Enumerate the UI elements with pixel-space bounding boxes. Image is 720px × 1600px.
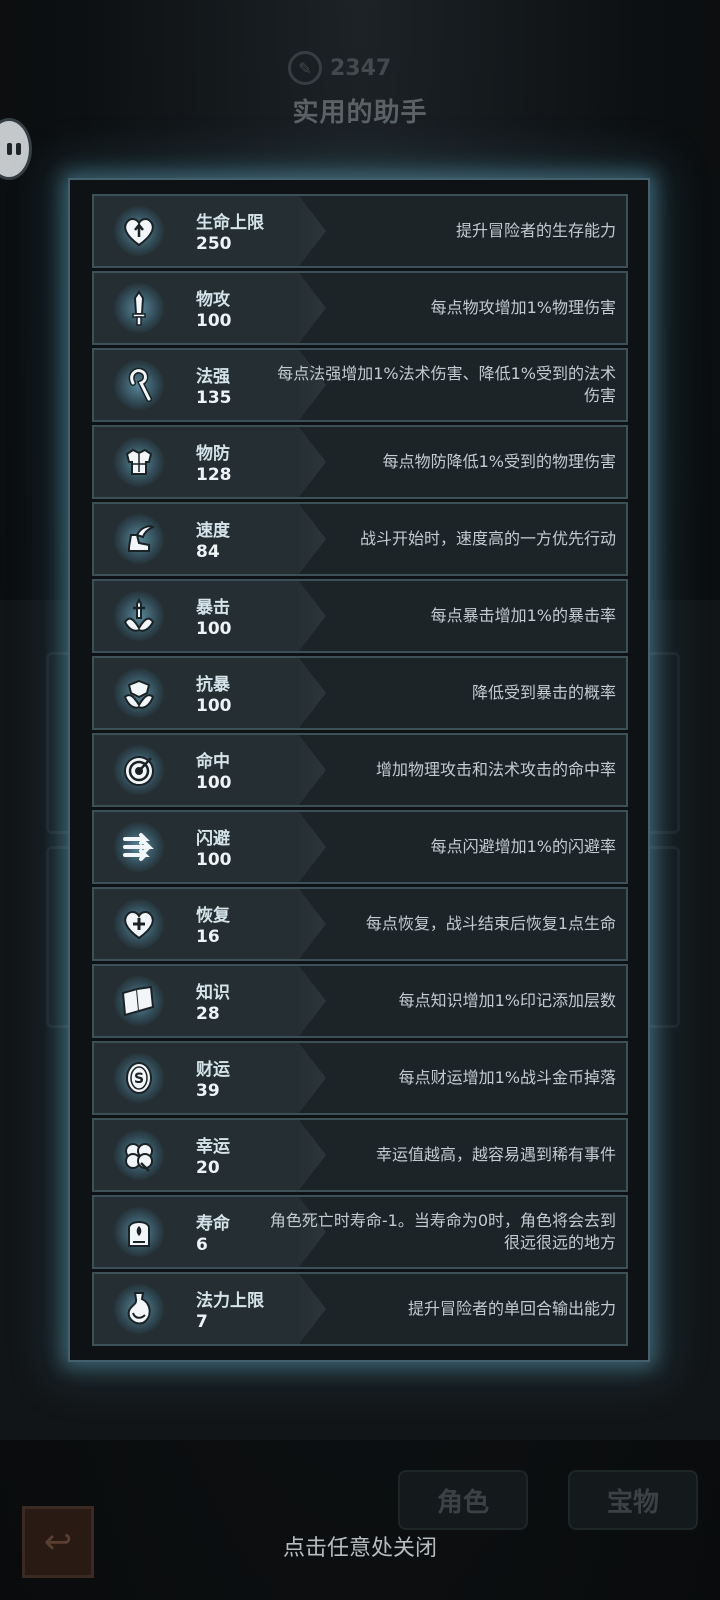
- stat-description: 每点物攻增加1%物理伤害: [430, 298, 616, 317]
- stat-value: 135: [196, 388, 232, 408]
- chat-bubble-icon: [7, 143, 21, 155]
- clover-icon: [112, 1128, 166, 1182]
- stat-value: 16: [196, 927, 220, 947]
- stat-name: 闪避: [196, 829, 230, 849]
- stat-row: S 财运 39 每点财运增加1%战斗金币掉落: [92, 1041, 628, 1115]
- stat-value: 7: [196, 1312, 208, 1332]
- stat-value: 100: [196, 311, 232, 331]
- stat-description: 每点法强增加1%法术伤害、降低1%受到的法术伤害: [277, 364, 616, 405]
- currency-amount: 2347: [330, 55, 392, 81]
- stat-row: 命中 100 增加物理攻击和法术攻击的命中率: [92, 733, 628, 807]
- target-icon: [112, 743, 166, 797]
- stat-row: 闪避 100 每点闪避增加1%的闪避率: [92, 810, 628, 884]
- page-title: 实用的助手: [292, 98, 428, 128]
- stat-name: 知识: [196, 983, 230, 1003]
- stat-description: 每点物防降低1%受到的物理伤害: [382, 452, 616, 471]
- stat-row: 抗暴 100 降低受到暴击的概率: [92, 656, 628, 730]
- heart-arrow-icon: [112, 204, 166, 258]
- currency-display: ✎ 2347: [288, 48, 428, 88]
- stats-panel: 生命上限 250 提升冒险者的生存能力 物攻 100 每点物攻增加1%物理伤害 法强 135 每…: [68, 178, 650, 1362]
- stat-row: 恢复 16 每点恢复，战斗结束后恢复1点生命: [92, 887, 628, 961]
- sword-icon: [112, 281, 166, 335]
- stat-value: 20: [196, 1158, 220, 1178]
- stat-name: 物防: [196, 444, 230, 464]
- heart-plus-icon: [112, 897, 166, 951]
- stat-name: 财运: [196, 1060, 230, 1080]
- stat-row: 物攻 100 每点物攻增加1%物理伤害: [92, 271, 628, 345]
- stat-description: 每点财运增加1%战斗金币掉落: [398, 1068, 616, 1087]
- crit-shield-icon: [112, 666, 166, 720]
- stat-name: 法强: [196, 367, 230, 387]
- stat-value: 100: [196, 696, 232, 716]
- stat-name: 命中: [196, 752, 230, 772]
- armor-icon: [112, 435, 166, 489]
- quill-coin-icon: ✎: [288, 51, 322, 85]
- stat-name: 法力上限: [196, 1291, 264, 1311]
- stat-row: 法力上限 7 提升冒险者的单回合输出能力: [92, 1272, 628, 1346]
- stat-value: 100: [196, 773, 232, 793]
- stat-value: 39: [196, 1081, 220, 1101]
- stat-description: 战斗开始时，速度高的一方优先行动: [359, 529, 616, 548]
- stat-name: 幸运: [196, 1137, 230, 1157]
- stats-list: 生命上限 250 提升冒险者的生存能力 物攻 100 每点物攻增加1%物理伤害 法强 135 每…: [92, 194, 628, 1346]
- close-hint[interactable]: 点击任意处关闭: [0, 1530, 720, 1562]
- stat-value: 250: [196, 234, 232, 254]
- stat-value: 100: [196, 619, 232, 639]
- stat-description: 提升冒险者的生存能力: [455, 221, 616, 240]
- stat-description: 幸运值越高，越容易遇到稀有事件: [375, 1145, 616, 1164]
- stat-name: 恢复: [196, 906, 230, 926]
- stat-row: 物防 128 每点物防降低1%受到的物理伤害: [92, 425, 628, 499]
- stat-row: 暴击 100 每点暴击增加1%的暴击率: [92, 579, 628, 653]
- stat-name: 速度: [196, 521, 230, 541]
- dodge-arrows-icon: [112, 820, 166, 874]
- tab-role[interactable]: 角色: [398, 1470, 528, 1530]
- stat-description: 角色死亡时寿命-1。当寿命为0时，角色将会去到很远很远的地方: [269, 1211, 616, 1252]
- stat-name: 暴击: [196, 598, 230, 618]
- stat-value: 6: [196, 1235, 208, 1255]
- winged-boot-icon: [112, 512, 166, 566]
- stat-row: 法强 135 每点法强增加1%法术伤害、降低1%受到的法术伤害: [92, 348, 628, 422]
- mana-flask-icon: [112, 1282, 166, 1336]
- svg-text:S: S: [134, 1071, 144, 1087]
- stat-description: 提升冒险者的单回合输出能力: [407, 1299, 616, 1318]
- stat-name: 抗暴: [196, 675, 230, 695]
- stat-description: 增加物理攻击和法术攻击的命中率: [375, 760, 616, 779]
- tab-treasure[interactable]: 宝物: [568, 1470, 698, 1530]
- stat-description: 每点恢复，战斗结束后恢复1点生命: [365, 914, 616, 933]
- coin-icon: S: [112, 1051, 166, 1105]
- stat-row: 速度 84 战斗开始时，速度高的一方优先行动: [92, 502, 628, 576]
- stat-value: 100: [196, 850, 232, 870]
- tombstone-icon: [112, 1205, 166, 1259]
- stat-row: 幸运 20 幸运值越高，越容易遇到稀有事件: [92, 1118, 628, 1192]
- stat-row: 知识 28 每点知识增加1%印记添加层数: [92, 964, 628, 1038]
- stat-value: 28: [196, 1004, 220, 1024]
- stat-description: 每点知识增加1%印记添加层数: [398, 991, 616, 1010]
- stat-name: 寿命: [196, 1214, 230, 1234]
- stat-row: 寿命 6 角色死亡时寿命-1。当寿命为0时，角色将会去到很远很远的地方: [92, 1195, 628, 1269]
- stat-name: 生命上限: [196, 213, 264, 233]
- stat-description: 降低受到暴击的概率: [471, 683, 616, 702]
- stat-description: 每点闪避增加1%的闪避率: [430, 837, 616, 856]
- stat-description: 每点暴击增加1%的暴击率: [430, 606, 616, 625]
- stat-name: 物攻: [196, 290, 230, 310]
- stat-value: 128: [196, 465, 232, 485]
- crit-blade-icon: [112, 589, 166, 643]
- stat-row: 生命上限 250 提升冒险者的生存能力: [92, 194, 628, 268]
- book-icon: [112, 974, 166, 1028]
- staff-icon: [112, 358, 166, 412]
- stat-value: 84: [196, 542, 220, 562]
